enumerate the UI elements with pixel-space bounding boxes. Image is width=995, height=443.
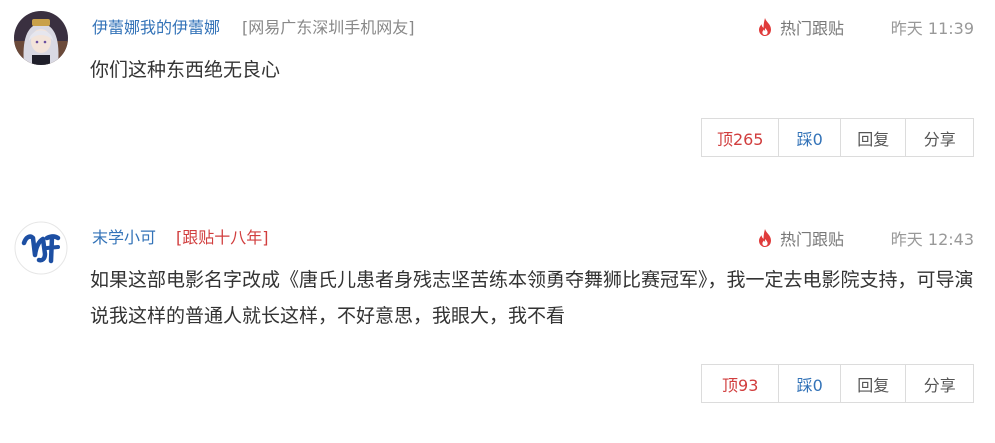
hot-comment-tag: 热门跟贴 xyxy=(756,226,844,250)
flame-icon xyxy=(759,18,771,36)
share-button[interactable]: 分享 xyxy=(906,119,973,156)
hot-comment-label: 热门跟贴 xyxy=(780,19,845,38)
letter-logo-avatar-icon xyxy=(14,221,68,275)
avatar[interactable] xyxy=(14,11,68,65)
downvote-button[interactable]: 踩0 xyxy=(779,365,841,402)
timestamp: 昨天 12:43 xyxy=(890,230,974,249)
anime-girl-avatar-icon xyxy=(14,11,68,65)
downvote-button[interactable]: 踩0 xyxy=(779,119,841,156)
reply-button[interactable]: 回复 xyxy=(841,365,907,402)
username[interactable]: 伊蕾娜我的伊蕾娜 xyxy=(92,14,220,38)
comment-text: 你们这种东西绝无良心 xyxy=(90,59,281,81)
user-badge: [跟贴十八年] xyxy=(176,228,269,247)
hot-comment-tag: 热门跟贴 xyxy=(756,15,844,39)
timestamp: 昨天 11:39 xyxy=(890,19,974,38)
comment-text: 如果这部电影名字改成《唐氏儿患者身残志坚苦练本领勇夺舞狮比赛冠军》，我一定去电影… xyxy=(90,269,974,327)
username[interactable]: 末学小可 xyxy=(92,224,156,248)
flame-icon xyxy=(759,229,771,247)
comment-actions: 顶265 踩0 回复 分享 xyxy=(701,118,974,157)
comment-actions: 顶93 踩0 回复 分享 xyxy=(701,364,974,403)
share-button[interactable]: 分享 xyxy=(906,365,973,402)
avatar[interactable] xyxy=(14,221,68,275)
user-location: [网易广东深圳手机网友] xyxy=(242,18,415,37)
upvote-button[interactable]: 顶265 xyxy=(702,119,780,156)
comment-item: 末学小可 [跟贴十八年] 热门跟贴 昨天 12:43 如果这部电影名字改成《唐氏… xyxy=(0,190,995,443)
hot-comment-label: 热门跟贴 xyxy=(780,230,845,249)
upvote-button[interactable]: 顶93 xyxy=(702,365,780,402)
reply-button[interactable]: 回复 xyxy=(841,119,907,156)
comment-item: 伊蕾娜我的伊蕾娜 [网易广东深圳手机网友] 热门跟贴 昨天 11:39 你们这种… xyxy=(0,0,995,190)
